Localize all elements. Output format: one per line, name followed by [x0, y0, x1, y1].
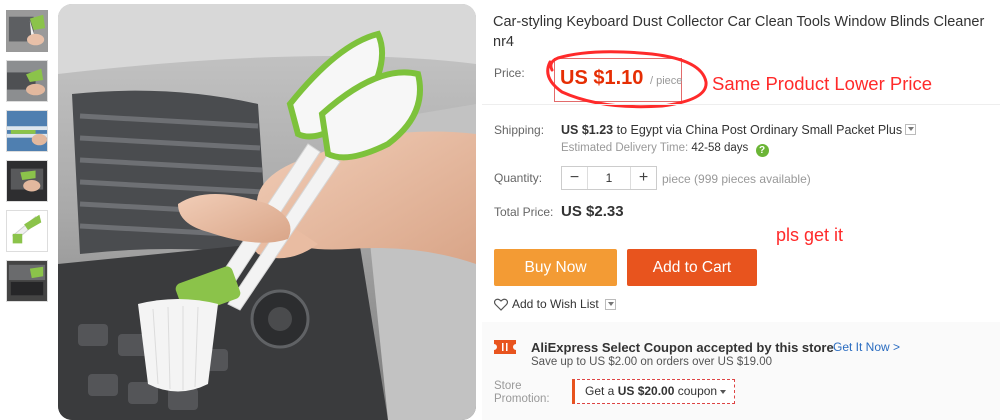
product-detail-panel: Car-styling Keyboard Dust Collector Car … [482, 0, 1000, 420]
annotation-circle [546, 50, 708, 109]
coupon-suffix: coupon [674, 384, 718, 398]
price-label: Price: [494, 66, 525, 80]
divider [482, 104, 1000, 105]
shipping-method: to Egypt via China Post Ordinary Small P… [613, 123, 903, 137]
shipping-price: US $1.23 [561, 123, 614, 137]
quantity-decrease-button[interactable]: − [562, 167, 588, 189]
coupon-amount: US $20.00 [617, 384, 675, 398]
wishlist-label: Add to Wish List [512, 297, 599, 311]
store-promotion-label-line2: Promotion: [494, 393, 550, 405]
thumbnail-4[interactable] [6, 160, 48, 202]
quantity-increase-button[interactable]: + [630, 167, 656, 189]
delivery-estimate: Estimated Delivery Time: 42-58 days ? [561, 142, 769, 157]
get-it-now-link[interactable]: Get It Now > [833, 340, 900, 354]
quantity-available: piece (999 pieces available) [662, 172, 811, 186]
thumbnail-6[interactable] [6, 260, 48, 302]
chevron-down-icon[interactable] [604, 298, 616, 310]
shipping-value[interactable]: US $1.23 to Egypt via China Post Ordinar… [561, 123, 917, 137]
price-block: Price: US $1.10 / piece Same Product Low… [482, 50, 1000, 109]
annotation-request-note: pls get it [776, 225, 844, 245]
add-to-cart-button[interactable]: Add to Cart [627, 249, 757, 286]
heart-icon [494, 298, 508, 311]
buy-now-button[interactable]: Buy Now [494, 249, 617, 286]
thumbnail-2[interactable] [6, 60, 48, 102]
quantity-label: Quantity: [494, 171, 543, 185]
store-coupon-dropdown[interactable]: Get a US $20.00 coupon [572, 379, 735, 404]
main-product-image[interactable] [58, 4, 476, 420]
store-promotion-label-line1: Store [494, 380, 522, 392]
delivery-days: 42-58 days [691, 142, 749, 154]
question-icon[interactable]: ? [755, 144, 769, 157]
coupon-icon [494, 340, 516, 354]
thumbnail-5[interactable] [6, 210, 48, 252]
coupon-prefix: Get a [585, 384, 618, 398]
quantity-stepper: − + [561, 166, 657, 190]
annotation-price-note: Same Product Lower Price [712, 73, 933, 94]
chevron-down-icon [720, 390, 726, 394]
thumbnail-3[interactable] [6, 110, 48, 152]
delivery-label: Estimated Delivery Time: [561, 142, 689, 154]
thumbnail-1[interactable] [6, 10, 48, 52]
shipping-label: Shipping: [494, 123, 545, 137]
total-price-label: Total Price: [494, 205, 554, 219]
coupon-title: AliExpress Select Coupon accepted by thi… [531, 340, 834, 355]
thumbnail-list [6, 10, 50, 310]
coupon-section: AliExpress Select Coupon accepted by thi… [482, 322, 1000, 420]
coupon-subtitle: Save up to US $2.00 on orders over US $1… [531, 356, 773, 368]
product-title: Car-styling Keyboard Dust Collector Car … [493, 14, 985, 50]
quantity-input[interactable] [588, 167, 630, 189]
add-to-wishlist-link[interactable]: Add to Wish List [494, 297, 616, 311]
store-promotion-label: Store Promotion: [494, 380, 550, 406]
chevron-down-icon[interactable] [905, 124, 917, 135]
total-price-value: US $2.33 [561, 203, 624, 220]
